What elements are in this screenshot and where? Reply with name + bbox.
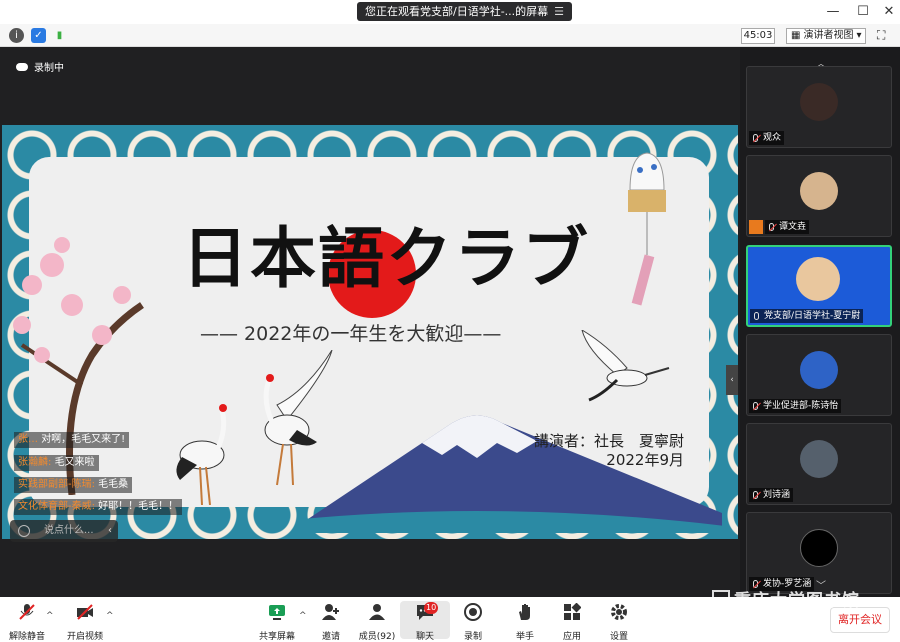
collapse-panel-icon[interactable]: ‹ xyxy=(726,365,738,395)
avatar xyxy=(800,351,838,389)
zoom-meeting-window: 您正在观看党支部/日语学社-...的屏幕 ☰ — ☐ ✕ i ✓ ▮ 45:03… xyxy=(0,0,900,642)
wind-chime-illustration xyxy=(628,152,666,306)
participant-name: 刘诗涵 xyxy=(763,490,791,500)
shield-icon[interactable]: ✓ xyxy=(31,28,46,43)
mic-muted-icon xyxy=(19,604,35,620)
crane-illustration xyxy=(176,404,227,505)
slide-title: 日本語クラブ xyxy=(182,220,590,297)
participant-tile[interactable]: 学业促进部-陈诗怡 xyxy=(746,334,892,416)
recording-indicator: 录制中 xyxy=(16,59,64,74)
participant-tile[interactable]: 谭文垚 xyxy=(746,155,892,237)
participant-name: 学业促进部-陈诗怡 xyxy=(763,401,839,411)
participant-tile-speaking[interactable]: 党支部/日语学社-夏宁尉 xyxy=(746,245,892,327)
mic-icon xyxy=(754,312,759,320)
participant-tile[interactable]: 刘诗涵 xyxy=(746,423,892,505)
apps-button[interactable]: 应用 xyxy=(547,601,597,642)
minimize-icon[interactable]: — xyxy=(820,2,846,22)
maximize-icon[interactable]: ☐ xyxy=(850,2,876,22)
share-screen-button[interactable]: 共享屏幕 xyxy=(252,601,302,642)
users-icon xyxy=(369,604,385,620)
participant-name: 谭文垚 xyxy=(779,222,807,232)
fullscreen-icon[interactable]: ⛶ xyxy=(877,28,885,43)
mic-muted-icon xyxy=(753,402,758,410)
chat-message: 张瀚麟: 毛又来啦 xyxy=(14,455,99,471)
chat-message: 实践部副部-陈瑞: 毛毛桑 xyxy=(14,477,133,493)
host-icon xyxy=(749,220,763,234)
mic-muted-icon xyxy=(753,491,758,499)
gear-icon xyxy=(611,604,627,620)
signal-icon[interactable]: ▮ xyxy=(52,28,67,43)
cloud-icon xyxy=(16,62,28,71)
hand-icon xyxy=(519,604,530,620)
slide-subtitle: —— 2022年の一年生を大歓迎—— xyxy=(200,323,502,345)
emoji-icon[interactable] xyxy=(18,525,30,537)
invite-button[interactable]: 邀请 xyxy=(306,601,356,642)
meeting-timer: 45:03 xyxy=(741,28,775,44)
title-bar: 您正在观看党支部/日语学社-...的屏幕 ☰ — ☐ ✕ xyxy=(0,0,900,24)
view-mode-label: 演讲者视图 xyxy=(803,30,854,41)
add-user-icon xyxy=(322,604,339,620)
chat-input[interactable]: 说点什么... ‹ xyxy=(10,520,118,542)
participant-tile[interactable]: 观众 xyxy=(746,66,892,148)
crane-illustration-2 xyxy=(263,350,333,486)
chevron-up-icon[interactable]: ^ xyxy=(46,611,54,621)
menu-icon[interactable]: ☰ xyxy=(554,2,564,21)
info-icon[interactable]: i xyxy=(9,28,24,43)
share-screen-icon xyxy=(269,605,285,620)
participant-video-panel: ︿ 观众 谭文垚 党支部/日语学社-夏宁尉 学业促进部-陈诗怡 刘诗涵 发协-罗… xyxy=(740,47,900,597)
participant-name: 观众 xyxy=(763,133,782,143)
chevron-left-icon[interactable]: ‹ xyxy=(108,520,112,542)
close-icon[interactable]: ✕ xyxy=(876,2,900,22)
library-logo-icon xyxy=(712,589,730,608)
avatar xyxy=(800,172,838,210)
slide-lecturer-info: 講演者：社長 夏寧尉 2022年9月 xyxy=(534,432,684,470)
chat-placeholder: 说点什么... xyxy=(44,525,94,536)
chat-message: 文化体育部-秦威: 好耶！！毛毛！！ xyxy=(14,499,183,515)
sharing-text: 您正在观看党支部/日语学社-...的屏幕 xyxy=(365,5,549,18)
lecturer-name: 講演者：社長 夏寧尉 xyxy=(534,432,685,450)
lecture-date: 2022年9月 xyxy=(606,451,685,469)
chevron-down-icon: ▾ xyxy=(856,30,862,41)
sharing-indicator[interactable]: 您正在观看党支部/日语学社-...的屏幕 ☰ xyxy=(357,2,573,21)
avatar xyxy=(796,257,840,301)
avatar xyxy=(800,83,838,121)
chevron-up-icon[interactable]: ^ xyxy=(106,611,114,621)
record-button[interactable]: 录制 xyxy=(448,601,498,642)
unmute-button[interactable]: 解除静音 xyxy=(2,601,52,642)
apps-grid-icon xyxy=(564,603,581,620)
avatar xyxy=(800,529,838,567)
speaker-view-button[interactable]: ▦ 演讲者视图 ▾ xyxy=(786,28,867,44)
recording-label: 录制中 xyxy=(34,63,64,74)
camera-off-icon xyxy=(77,604,93,620)
status-bar: i ✓ ▮ 45:03 ▦ 演讲者视图 ▾ ⛶ xyxy=(0,24,900,47)
start-video-button[interactable]: 开启视频 xyxy=(60,601,110,642)
chat-unread-badge: 10 xyxy=(424,602,439,614)
settings-button[interactable]: 设置 xyxy=(594,601,644,642)
mic-muted-icon xyxy=(753,134,758,142)
chat-message: 张… 对啊，毛毛又来了! xyxy=(14,432,130,448)
grid-icon: ▦ xyxy=(791,30,801,41)
avatar xyxy=(800,440,838,478)
mic-muted-icon xyxy=(769,223,774,231)
members-button[interactable]: 成员(92) xyxy=(352,601,402,642)
raise-hand-button[interactable]: 举手 xyxy=(500,601,550,642)
flying-crane-illustration xyxy=(581,330,670,402)
record-icon xyxy=(464,603,482,621)
participant-name: 党支部/日语学社-夏宁尉 xyxy=(764,311,861,321)
library-watermark: 重庆大学图书馆 xyxy=(712,586,860,611)
